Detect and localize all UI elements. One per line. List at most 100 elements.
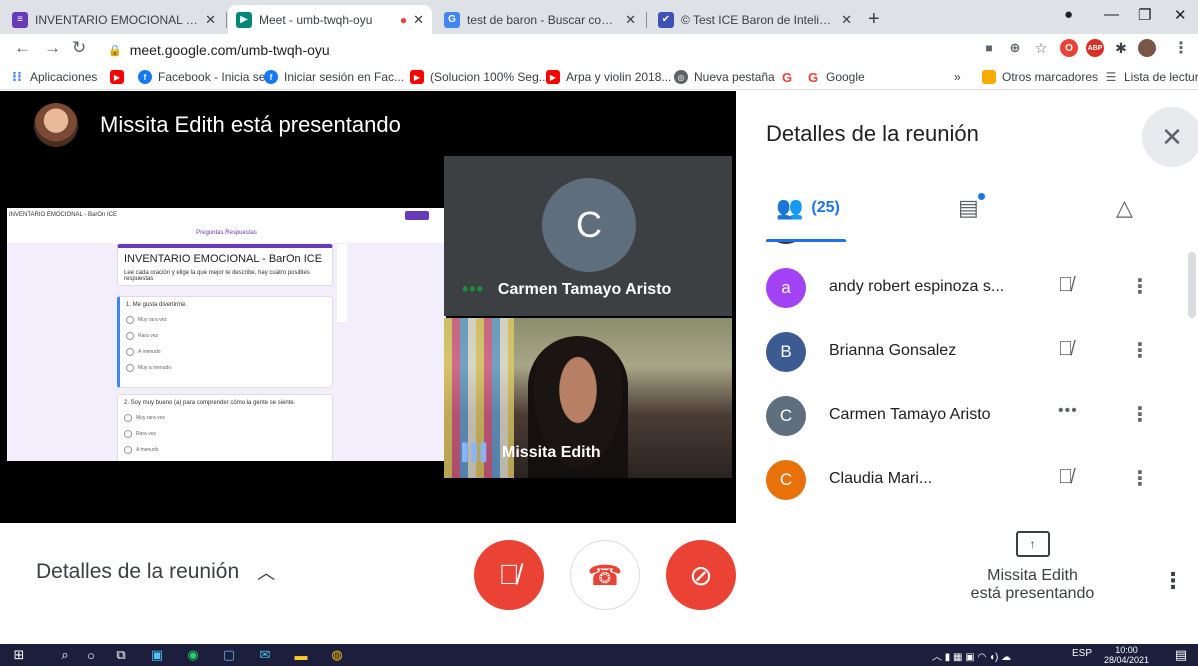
google-favicon-icon: G xyxy=(444,11,460,28)
shared-option: Rara vez xyxy=(124,430,326,438)
close-tab-icon[interactable]: ✕ xyxy=(205,12,216,28)
url-field[interactable]: 🔒 meet.google.com/umb-twqh-oyu xyxy=(108,38,978,62)
language-indicator[interactable]: ESP xyxy=(1072,648,1092,659)
call-controls-bar: Detalles de la reunión ︿ 🎙̸ ☎ ⊘ ↑ Missit… xyxy=(0,523,1198,613)
tab-inventario[interactable]: ≡ INVENTARIO EMOCIONAL - BarC ✕ xyxy=(4,5,224,34)
participant-tile-carmen[interactable]: C ••• Carmen Tamayo Aristo xyxy=(444,156,732,316)
more-options-icon[interactable]: ⋮ xyxy=(1130,402,1150,427)
mic-off-icon[interactable]: 🎙̸ xyxy=(1058,274,1073,297)
more-options-icon[interactable]: ⋮ xyxy=(1130,338,1150,363)
participant-name: Claudia Mari... xyxy=(829,470,933,487)
list-item[interactable]: B Brianna Gonsalez 🎙̸ ⋮ xyxy=(736,320,1198,384)
minimize-button[interactable]: — xyxy=(1104,6,1119,23)
close-tab-icon[interactable]: ✕ xyxy=(841,12,852,28)
participant-tile-missita[interactable]: ▌▌▌ Missita Edith xyxy=(444,318,732,478)
bookmark-facebook-2[interactable]: f Iniciar sesión en Fac... xyxy=(264,68,404,86)
more-options-icon[interactable]: ⋮ xyxy=(1130,466,1150,491)
tray-icons[interactable]: ︿ ▮ ▦ ▣ ◠ ◖) ☁ xyxy=(932,648,1011,663)
more-options-icon[interactable]: ⋮ xyxy=(1130,274,1150,299)
reload-icon[interactable]: ↻ xyxy=(72,38,86,58)
google-g-icon: G xyxy=(807,69,819,85)
participants-scrollbar[interactable] xyxy=(1188,252,1196,318)
close-tab-icon[interactable]: ✕ xyxy=(413,12,424,28)
close-panel-button[interactable]: ✕ xyxy=(1142,107,1198,167)
back-arrow-icon[interactable]: ← xyxy=(14,38,31,58)
list-item[interactable]: C Claudia Mari... 🎙̸ ⋮ xyxy=(736,448,1198,512)
forms-favicon-icon: ≡ xyxy=(12,11,28,28)
whatsapp-icon[interactable]: ◉ xyxy=(184,646,202,664)
check-favicon-icon: ✔ xyxy=(658,11,674,28)
bookmark-apps[interactable]: ⁝⁝ Aplicaciones xyxy=(10,68,97,86)
meeting-details-button[interactable]: Detalles de la reunión ︿ xyxy=(36,559,275,585)
mic-toggle-button[interactable]: 🎙̸ xyxy=(474,540,544,610)
tab-meet[interactable]: ▶ Meet - umb-twqh-oyu ● ✕ xyxy=(228,5,432,34)
bookmark-star-icon[interactable]: ☆ xyxy=(1032,39,1050,57)
tab-divider xyxy=(226,12,227,28)
list-item[interactable]: a andy robert espinoza s... 🎙̸ ⋮ xyxy=(736,256,1198,320)
forward-arrow-icon[interactable]: → xyxy=(44,38,61,58)
tab-test-ice[interactable]: ✔ © Test ICE Baron de Inteligencia ✕ xyxy=(650,5,860,34)
more-options-icon[interactable]: ⋮ xyxy=(1162,568,1184,594)
youtube-icon: ▶ xyxy=(546,70,560,84)
presenting-status-button[interactable]: ↑ Missita Edith está presentando xyxy=(950,531,1115,603)
tab-title: test de baron - Buscar con Googl xyxy=(467,12,619,27)
adblock-ext-icon[interactable]: ABP xyxy=(1086,39,1104,57)
list-item[interactable]: C Carmen Tamayo Aristo ••• ⋮ xyxy=(736,384,1198,448)
bookmark-google-1[interactable]: G xyxy=(780,68,800,86)
participant-avatar: C xyxy=(766,396,806,436)
tab-activities[interactable]: △ xyxy=(1116,195,1133,221)
tab-people[interactable]: 👥 (25) xyxy=(776,195,840,221)
browser-menu-icon[interactable]: ⋮ xyxy=(1172,39,1190,57)
overflow-chevron-icon: » xyxy=(954,70,961,84)
new-tab-button[interactable]: + xyxy=(868,8,880,31)
tab-divider xyxy=(646,12,647,28)
bookmarks-overflow-button[interactable]: » xyxy=(954,68,961,86)
present-screen-icon: ↑ xyxy=(1015,531,1050,557)
reading-list-button[interactable]: ☰ Lista de lectura xyxy=(1104,68,1198,86)
camera-toggle-button[interactable]: ⊘ xyxy=(666,540,736,610)
bookmark-new-tab[interactable]: ◎ Nueva pestaña xyxy=(674,68,775,86)
photos-icon[interactable]: ▢ xyxy=(220,646,238,664)
activities-shapes-icon: △ xyxy=(1116,195,1133,220)
camera-indicator-icon[interactable]: ■ xyxy=(980,39,998,57)
restore-button[interactable]: ❐ xyxy=(1138,6,1151,24)
task-view-icon[interactable]: ⧉ xyxy=(112,646,130,664)
bookmark-youtube[interactable]: ▶ xyxy=(110,68,130,86)
store-icon[interactable]: ▣ xyxy=(148,646,166,664)
zoom-icon[interactable]: ⊕ xyxy=(1006,39,1024,57)
tab-chat[interactable]: ▤ xyxy=(958,195,979,221)
system-clock[interactable]: 10:00 28/04/2021 xyxy=(1104,645,1149,665)
list-item[interactable]: ✗ ⋮ xyxy=(736,242,1198,256)
search-icon[interactable]: ⌕ xyxy=(56,646,74,664)
profile-avatar[interactable] xyxy=(1138,39,1156,57)
panel-title: Detalles de la reunión xyxy=(766,121,979,146)
shared-question-card: 2. Soy muy bueno (a) para comprender cóm… xyxy=(117,394,333,461)
extensions-puzzle-icon[interactable]: ✱ xyxy=(1112,39,1130,57)
notifications-icon[interactable]: ▤ xyxy=(1172,646,1190,664)
mail-icon[interactable]: ✉ xyxy=(256,646,274,664)
close-window-button[interactable]: ✕ xyxy=(1174,6,1187,24)
close-tab-icon[interactable]: ✕ xyxy=(625,12,636,28)
bookmark-google-2[interactable]: G Google xyxy=(806,68,865,86)
chrome-icon[interactable]: ◍ xyxy=(328,646,346,664)
participant-avatar: C xyxy=(766,460,806,500)
bookmark-facebook-1[interactable]: f Facebook - Inicia se... xyxy=(138,68,275,86)
mic-off-icon[interactable]: 🎙̸ xyxy=(1058,466,1073,489)
shared-form-topbar: INVENTARIO EMOCIONAL - BarOn ICE xyxy=(7,208,446,225)
tab-search[interactable]: G test de baron - Buscar con Googl ✕ xyxy=(436,5,644,34)
leave-call-button[interactable]: ☎ xyxy=(570,540,640,610)
tile-name-label: ••• Carmen Tamayo Aristo xyxy=(462,279,671,300)
clock-date: 28/04/2021 xyxy=(1104,655,1150,665)
profile-icon[interactable]: ● xyxy=(1064,6,1073,23)
mic-off-icon[interactable]: 🎙̸ xyxy=(1058,338,1073,361)
meet-call-area: Missita Edith está presentando INVENTARI… xyxy=(0,91,1198,613)
opera-ext-icon[interactable]: O xyxy=(1060,39,1078,57)
bookmark-arpa[interactable]: ▶ Arpa y violin 2018... xyxy=(546,68,671,86)
cortana-circle-icon[interactable]: ○ xyxy=(82,646,100,664)
bookmark-solucion[interactable]: ▶ (Solucion 100% Seg... xyxy=(410,68,549,86)
file-explorer-icon[interactable]: ▬ xyxy=(292,646,310,664)
windows-start-icon[interactable]: ⊞ xyxy=(10,646,28,664)
other-bookmarks-folder[interactable]: Otros marcadores xyxy=(982,68,1098,86)
lock-icon: 🔒 xyxy=(108,44,122,57)
shared-option: Muy rara vez xyxy=(124,414,326,422)
